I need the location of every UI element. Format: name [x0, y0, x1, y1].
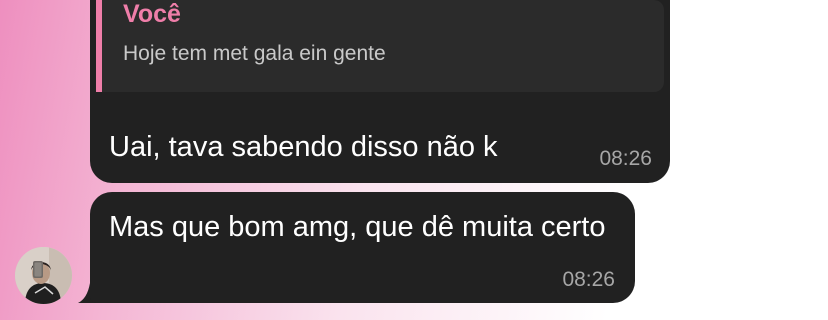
- avatar-photo-icon: [15, 247, 72, 304]
- reply-accent-bar: [96, 0, 102, 92]
- reply-quote[interactable]: Você Hoje tem met gala ein gente: [96, 0, 664, 92]
- message-text: Mas que bom amg, que dê muita certo: [109, 211, 606, 243]
- message-timestamp: 08:26: [599, 147, 652, 170]
- reply-text: Hoje tem met gala ein gente: [123, 42, 386, 65]
- chat-view: Você Hoje tem met gala ein gente Uai, ta…: [0, 0, 828, 320]
- contact-avatar[interactable]: [15, 247, 72, 304]
- message-bubble[interactable]: Mas que bom amg, que dê muita certo 08:2…: [90, 192, 635, 303]
- message-text: Uai, tava sabendo disso não k: [109, 131, 498, 163]
- message-timestamp: 08:26: [562, 268, 615, 291]
- reply-author: Você: [123, 0, 181, 28]
- message-bubble[interactable]: Você Hoje tem met gala ein gente Uai, ta…: [90, 0, 670, 183]
